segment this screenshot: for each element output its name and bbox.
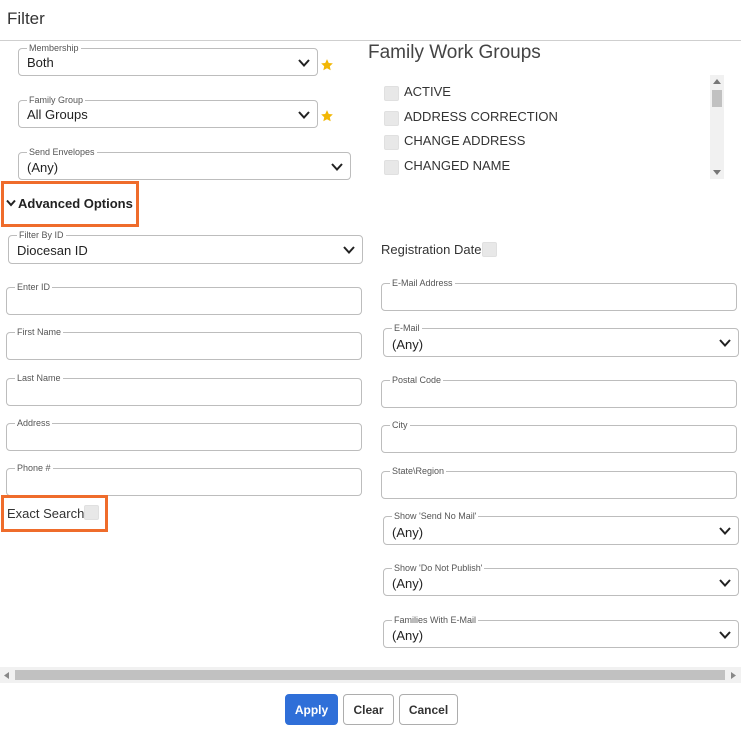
send-no-mail-label: Show 'Send No Mail' [392, 510, 479, 522]
families-with-email-select[interactable]: Families With E-Mail (Any) [383, 614, 739, 648]
membership-select[interactable]: Membership Both [18, 42, 318, 76]
family-group-label: Family Group [27, 94, 86, 106]
families-with-email-label: Families With E-Mail [392, 614, 479, 626]
postal-code-label: Postal Code [390, 374, 444, 386]
clear-button[interactable]: Clear [343, 694, 394, 725]
email-select[interactable]: E-Mail (Any) [383, 322, 739, 357]
state-region-input[interactable]: State\Region [381, 465, 737, 499]
scrollbar-thumb[interactable] [15, 670, 725, 680]
work-group-label: ADDRESS CORRECTION [404, 109, 558, 124]
chevron-down-icon [719, 527, 731, 535]
apply-button[interactable]: Apply [285, 694, 338, 725]
family-group-value: All Groups [27, 107, 88, 122]
chevron-down-icon [719, 631, 731, 639]
send-envelopes-label: Send Envelopes [27, 146, 97, 158]
work-groups-scrollbar[interactable] [710, 75, 724, 179]
star-icon[interactable] [320, 109, 334, 123]
work-group-label: CHANGE ADDRESS [404, 133, 526, 148]
filter-by-id-label: Filter By ID [17, 229, 66, 241]
phone-label: Phone # [15, 462, 53, 474]
city-label: City [390, 419, 410, 431]
work-group-checkbox[interactable] [384, 135, 399, 150]
chevron-down-icon [719, 339, 731, 347]
do-not-publish-label: Show 'Do Not Publish' [392, 562, 485, 574]
email-value: (Any) [392, 337, 424, 352]
first-name-input[interactable]: First Name [6, 326, 362, 360]
membership-value: Both [27, 55, 54, 70]
scroll-down-icon[interactable] [713, 170, 721, 176]
exact-search-label: Exact Search [7, 506, 85, 521]
registration-date-checkbox[interactable] [482, 242, 497, 257]
scroll-left-icon[interactable] [4, 672, 9, 679]
phone-input[interactable]: Phone # [6, 462, 362, 496]
chevron-down-icon [298, 59, 310, 67]
header-divider [0, 40, 741, 41]
chevron-down-icon [719, 579, 731, 587]
email-label: E-Mail [392, 322, 422, 334]
send-no-mail-value: (Any) [392, 525, 424, 540]
email-address-label: E-Mail Address [390, 277, 455, 289]
last-name-input[interactable]: Last Name [6, 372, 362, 406]
work-group-checkbox[interactable] [384, 86, 399, 101]
scroll-up-icon[interactable] [713, 78, 721, 84]
address-input[interactable]: Address [6, 417, 362, 451]
chevron-down-icon [331, 163, 343, 171]
filter-by-id-select[interactable]: Filter By ID Diocesan ID [8, 229, 363, 264]
work-group-checkbox[interactable] [384, 111, 399, 126]
horizontal-scrollbar[interactable] [0, 667, 741, 683]
star-icon[interactable] [320, 58, 334, 72]
enter-id-label: Enter ID [15, 281, 53, 293]
enter-id-input[interactable]: Enter ID [6, 281, 362, 315]
dialog-title: Filter [7, 9, 45, 28]
membership-label: Membership [27, 42, 81, 54]
work-group-label: CHANGED NAME [404, 158, 511, 173]
chevron-down-icon [343, 246, 355, 254]
scroll-right-icon[interactable] [731, 672, 736, 679]
filter-by-id-value: Diocesan ID [17, 243, 88, 258]
last-name-label: Last Name [15, 372, 63, 384]
family-group-select[interactable]: Family Group All Groups [18, 94, 318, 128]
families-with-email-value: (Any) [392, 628, 424, 643]
chevron-down-icon[interactable] [6, 199, 16, 207]
exact-search-checkbox[interactable] [84, 505, 99, 520]
address-label: Address [15, 417, 53, 429]
advanced-options-toggle[interactable]: Advanced Options [18, 196, 133, 211]
send-no-mail-select[interactable]: Show 'Send No Mail' (Any) [383, 510, 739, 545]
cancel-button[interactable]: Cancel [399, 694, 458, 725]
scrollbar-thumb[interactable] [712, 90, 722, 107]
work-group-checkbox[interactable] [384, 160, 399, 175]
first-name-label: First Name [15, 326, 64, 338]
send-envelopes-value: (Any) [27, 160, 59, 175]
state-region-label: State\Region [390, 465, 447, 477]
work-group-label: ACTIVE [404, 84, 451, 99]
city-input[interactable]: City [381, 419, 737, 453]
registration-date-label: Registration Date [381, 242, 482, 257]
family-work-groups-title: Family Work Groups [368, 42, 541, 63]
chevron-down-icon [298, 111, 310, 119]
email-address-input[interactable]: E-Mail Address [381, 277, 737, 311]
do-not-publish-value: (Any) [392, 576, 424, 591]
do-not-publish-select[interactable]: Show 'Do Not Publish' (Any) [383, 562, 739, 596]
postal-code-input[interactable]: Postal Code [381, 374, 737, 408]
send-envelopes-select[interactable]: Send Envelopes (Any) [18, 146, 351, 180]
